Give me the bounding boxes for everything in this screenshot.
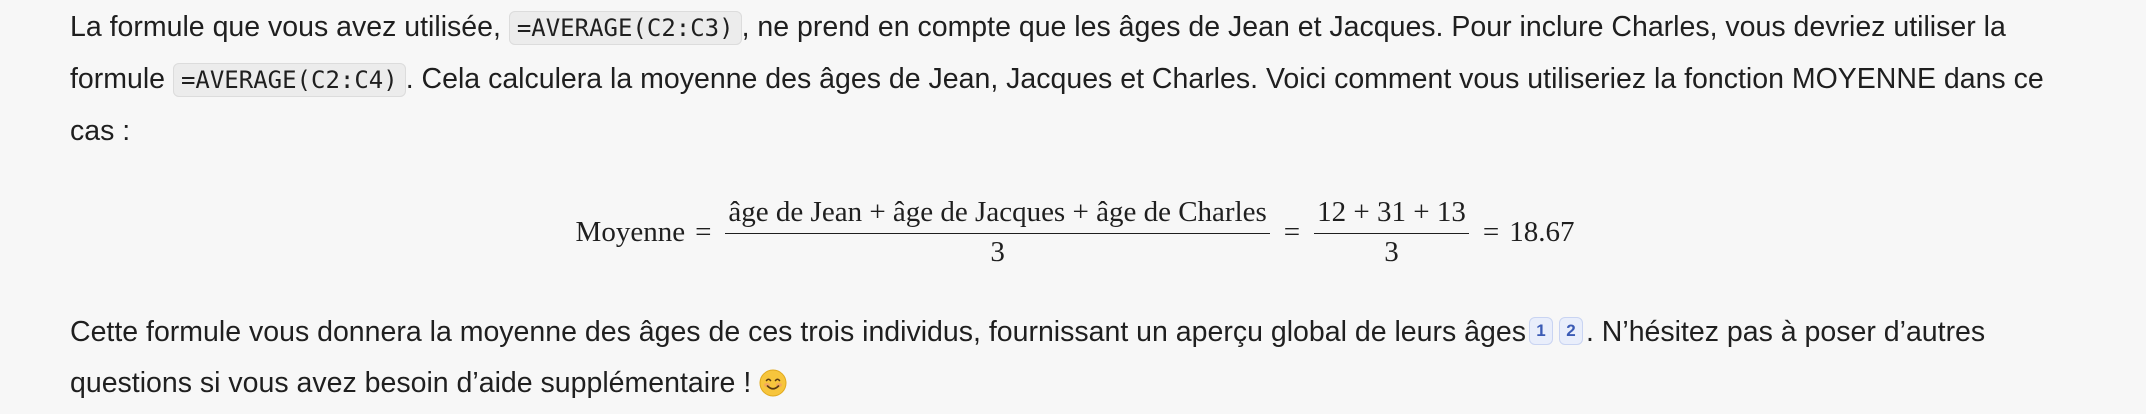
smiling-face-emoji-icon: [759, 363, 787, 397]
fraction-denominator: 3: [990, 235, 1005, 268]
equals-sign: =: [1283, 215, 1301, 248]
conclusion-paragraph: Cette formule vous donnera la moyenne de…: [70, 307, 2080, 409]
equation-lhs: Moyenne: [575, 215, 686, 248]
message-content: La formule que vous avez utilisée, =AVER…: [70, 0, 2080, 409]
fraction-values: 12 + 31 + 13 3: [1314, 196, 1469, 269]
fraction-numerator: 12 + 31 + 13: [1314, 196, 1469, 234]
citation-badge-1[interactable]: 1: [1528, 317, 1553, 345]
equals-sign: =: [695, 215, 712, 248]
fraction-denominator: 3: [1384, 235, 1399, 268]
inline-code-formula-c2-c3: =AVERAGE(C2:C3): [508, 11, 742, 45]
fraction-numerator: âge de Jean + âge de Jacques + âge de Ch…: [725, 196, 1270, 234]
fraction-ages: âge de Jean + âge de Jacques + âge de Ch…: [725, 196, 1270, 269]
equation-result: 18.67: [1509, 215, 1575, 248]
explanation-paragraph: La formule que vous avez utilisée, =AVER…: [70, 0, 2080, 157]
average-equation: Moyenne = âge de Jean + âge de Jacques +…: [70, 157, 2080, 307]
citation-badge-2[interactable]: 2: [1558, 317, 1583, 345]
inline-code-formula-c2-c4: =AVERAGE(C2:C4): [172, 63, 406, 97]
paragraph-text: La formule que vous avez utilisée,: [70, 11, 509, 43]
equals-sign: =: [1482, 215, 1500, 248]
paragraph-text: Cette formule vous donnera la moyenne de…: [70, 316, 1526, 348]
